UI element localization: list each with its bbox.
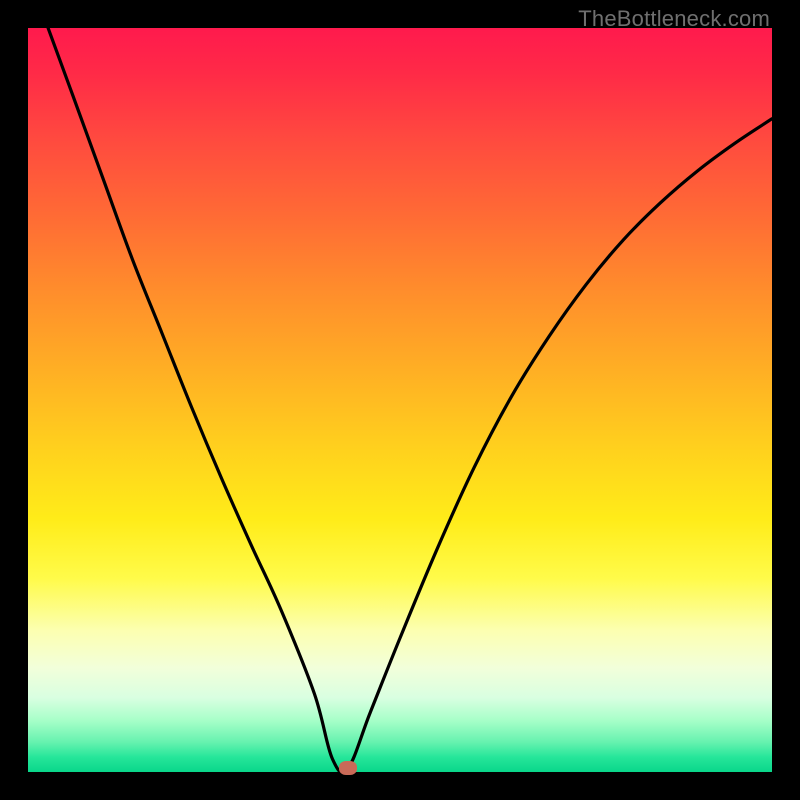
minimum-marker [339, 761, 357, 775]
plot-area [28, 28, 772, 772]
bottleneck-curve [28, 28, 772, 772]
chart-frame: TheBottleneck.com [0, 0, 800, 800]
